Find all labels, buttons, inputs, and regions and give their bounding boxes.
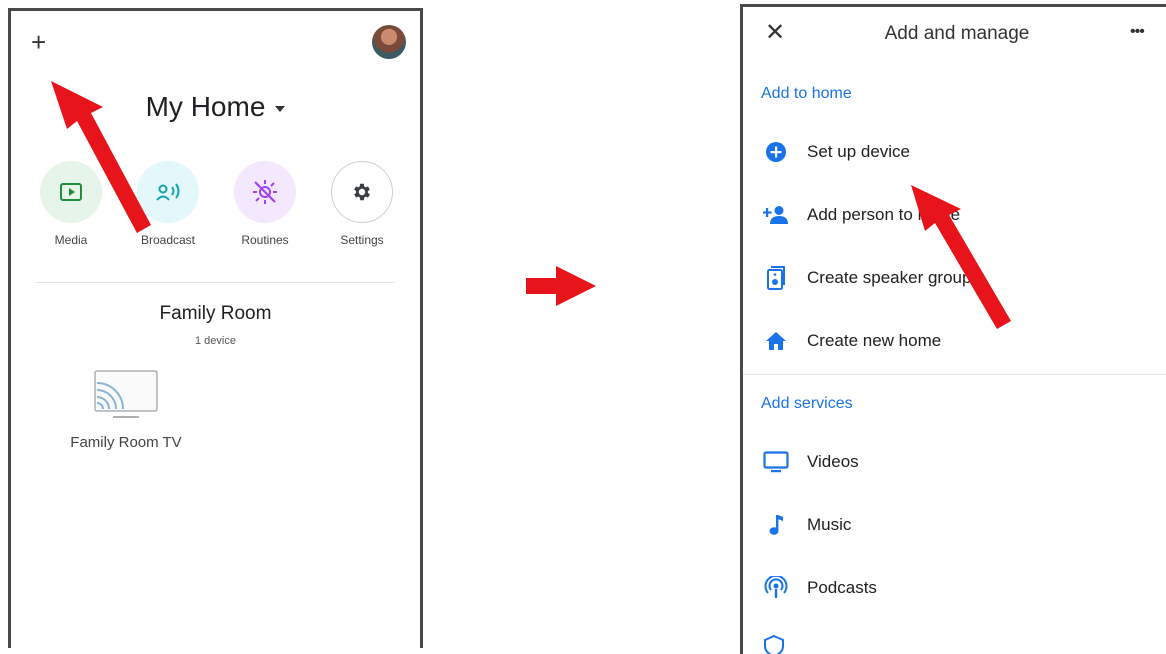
menu-item-podcasts[interactable]: Podcasts (743, 558, 1166, 618)
menu-item-label: Set up device (807, 142, 911, 161)
shortcut-label: Settings (340, 233, 384, 247)
add-circle-icon (763, 139, 789, 165)
home-icon (763, 328, 789, 354)
menu-item-videos[interactable]: Videos (743, 432, 1166, 492)
shortcut-label: Routines (241, 233, 289, 247)
page-title: Add and manage (884, 23, 1030, 44)
routines-icon (234, 161, 296, 223)
annotation-arrow (911, 185, 1011, 329)
room-device-count: 1 device (195, 335, 236, 347)
tv-icon (763, 449, 789, 475)
avatar[interactable] (372, 25, 406, 59)
annotation-arrow (51, 81, 151, 233)
device-name: Family Room TV (70, 434, 182, 451)
home-screen: + My Home Media Broadcast Routines Setti… (8, 8, 423, 648)
more-options-icon[interactable]: ••• (1130, 23, 1145, 41)
speaker-group-icon (763, 265, 789, 291)
next-step-arrow (526, 266, 596, 306)
music-note-icon (763, 512, 789, 538)
room-name: Family Room (159, 303, 272, 324)
divider (36, 282, 395, 283)
section-title-add-services: Add services (761, 395, 853, 412)
menu-item-label: Podcasts (807, 578, 877, 597)
menu-item-label: Videos (807, 452, 859, 471)
chevron-down-icon (275, 105, 286, 112)
section-title-add-to-home: Add to home (761, 85, 852, 102)
divider (743, 374, 1166, 375)
menu-item-music[interactable]: Music (743, 495, 1166, 555)
routines-shortcut[interactable]: Routines (220, 161, 310, 247)
header: ✕ Add and manage ••• (743, 7, 1166, 62)
gear-icon (331, 161, 393, 223)
settings-shortcut[interactable]: Settings (317, 161, 407, 247)
add-person-icon (763, 202, 789, 228)
add-icon[interactable]: + (31, 29, 46, 55)
add-and-manage-screen: ✕ Add and manage ••• Add to home Set up … (740, 4, 1166, 654)
menu-item-label: Music (807, 515, 852, 534)
podcast-icon (763, 575, 789, 601)
cast-tv-icon (94, 370, 158, 418)
device-tile[interactable]: Family Room TV (61, 369, 191, 451)
menu-item-set-up-device[interactable]: Set up device (743, 122, 1166, 182)
page-title: My Home (145, 91, 266, 122)
partial-list-icon (763, 634, 789, 654)
